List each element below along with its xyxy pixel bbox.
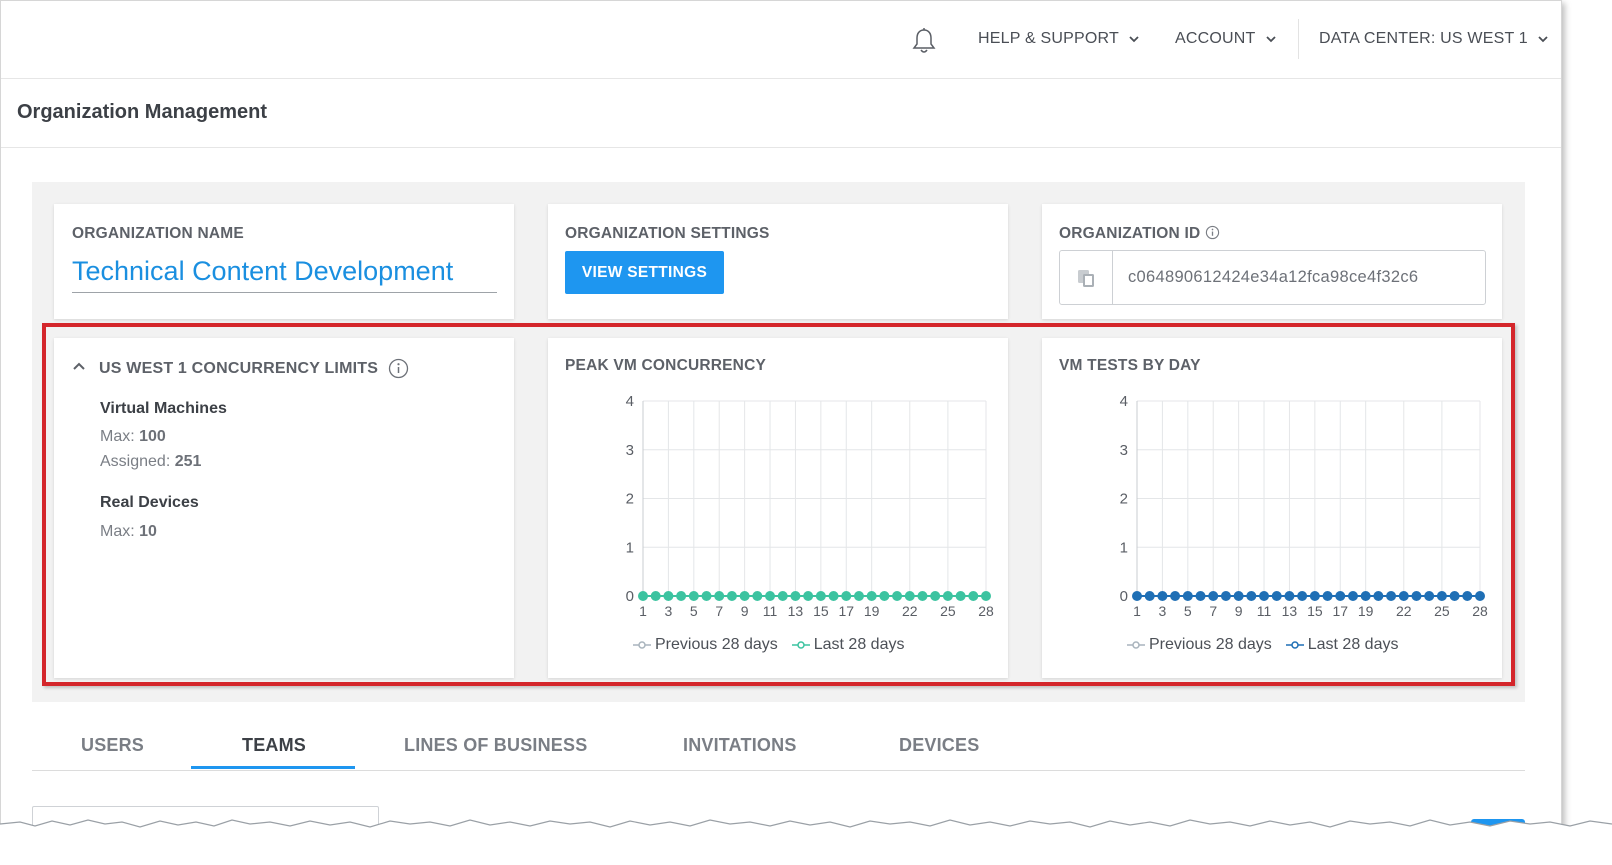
org-id-value: c064890612424e34a12fca98ce4f32c6 [1128,268,1419,286]
org-id-title: ORGANIZATION ID [1059,225,1220,243]
page-title: Organization Management [17,101,268,123]
active-tab-indicator [191,766,355,769]
nav-divider [1298,19,1299,59]
highlight-annotation-frame [42,323,1515,686]
management-tabs: USERS TEAMS LINES OF BUSINESS INVITATION… [32,723,1525,771]
org-name-card: ORGANIZATION NAME Technical Content Deve… [54,204,514,319]
copy-button[interactable] [1060,251,1113,304]
tab-invitations[interactable]: INVITATIONS [683,735,797,756]
chevron-down-icon [1265,36,1276,43]
account-menu[interactable]: ACCOUNT [1175,30,1276,48]
tab-teams[interactable]: TEAMS [242,735,306,756]
page-header: Organization Management [1,79,1561,148]
account-label: ACCOUNT [1175,30,1256,47]
app-window: HELP & SUPPORT ACCOUNT DATA CENTER: US W… [0,0,1562,831]
chevron-down-icon [1129,36,1139,43]
copy-icon [1078,269,1094,287]
tab-users[interactable]: USERS [81,735,144,756]
help-support-menu[interactable]: HELP & SUPPORT [978,30,1139,48]
org-id-field: c064890612424e34a12fca98ce4f32c6 [1059,250,1486,305]
tab-devices[interactable]: DEVICES [899,735,979,756]
info-icon[interactable] [1205,225,1220,240]
data-center-label: DATA CENTER: US WEST 1 [1319,30,1528,47]
chevron-down-icon [1538,36,1548,43]
org-settings-card: ORGANIZATION SETTINGS VIEW SETTINGS [548,204,1008,319]
org-name-heading: ORGANIZATION NAME [72,225,244,242]
data-center-menu[interactable]: DATA CENTER: US WEST 1 [1319,30,1548,48]
view-settings-button[interactable]: VIEW SETTINGS [565,251,724,294]
org-settings-heading: ORGANIZATION SETTINGS [565,225,770,242]
help-support-label: HELP & SUPPORT [978,30,1119,47]
torn-edge-decoration [0,819,1612,865]
tab-lines-of-business[interactable]: LINES OF BUSINESS [404,735,587,756]
org-name-field[interactable]: Technical Content Development [72,256,497,293]
bell-icon[interactable] [911,27,937,55]
top-nav-bar: HELP & SUPPORT ACCOUNT DATA CENTER: US W… [1,1,1561,79]
org-id-heading: ORGANIZATION ID [1059,225,1201,242]
org-id-card: ORGANIZATION ID c064890612424e34a12fca98… [1042,204,1502,319]
